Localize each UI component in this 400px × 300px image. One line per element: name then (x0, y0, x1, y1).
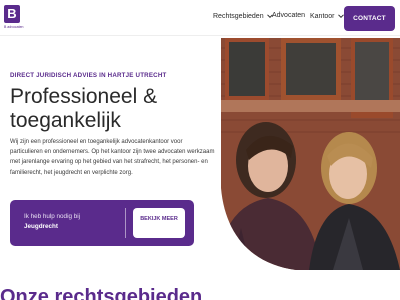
contact-button[interactable]: CONTACT (344, 6, 395, 31)
bekijk-meer-button[interactable]: BEKIJK MEER (133, 208, 185, 238)
section-heading: Onze rechtsgebieden (0, 286, 203, 300)
logo[interactable]: B B advocaten (4, 5, 26, 33)
nav-item-label: Rechtsgebieden (213, 12, 264, 20)
logo-mark: B (4, 5, 20, 23)
top-navigation-bar: B B advocaten Rechtsgebieden Advocaten K… (0, 0, 400, 36)
nav-item-kantoor[interactable]: Kantoor (310, 12, 345, 20)
two-women-portrait-photo (221, 38, 400, 270)
logo-text: B advocaten (4, 25, 24, 29)
cta-practice-area-select[interactable]: Jeugdrecht (24, 223, 58, 230)
nav-item-label: Advocaten (272, 12, 306, 19)
page-title: Professioneel & toegankelijk (10, 85, 158, 132)
nav-item-advocaten[interactable]: Advocaten (272, 12, 305, 19)
practice-area-cta: Ik heb hulp nodig bij Jeugdrecht BEKIJK … (10, 200, 194, 246)
cta-prompt-text: Ik heb hulp nodig bij (24, 213, 81, 220)
hero-lead-text: Wij zijn een professioneel en toegankeli… (10, 139, 215, 176)
hero-eyebrow: DIRECT JURIDISCH ADVIES IN HARTJE UTRECH… (10, 72, 167, 79)
nav-item-label: Kantoor (310, 12, 335, 20)
nav-item-rechtsgebieden[interactable]: Rechtsgebieden (213, 12, 274, 20)
hero-photo (221, 38, 400, 270)
cta-divider (125, 208, 126, 238)
